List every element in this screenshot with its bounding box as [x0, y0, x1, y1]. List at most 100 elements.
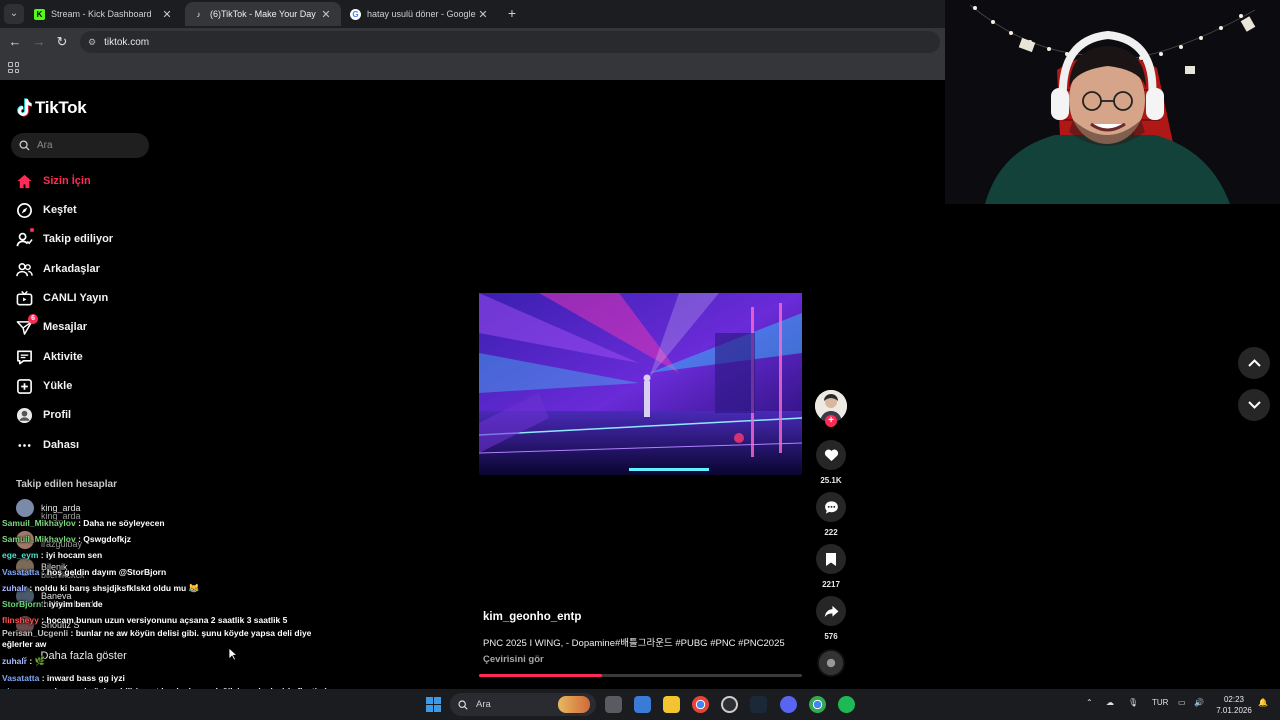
- share-button[interactable]: [816, 596, 846, 626]
- video-frame: [479, 293, 802, 475]
- show-hidden-icons[interactable]: ⌃: [1086, 698, 1093, 707]
- close-tab-icon[interactable]: ✕: [319, 8, 333, 21]
- video-player[interactable]: [479, 293, 802, 475]
- nav-label: Aktivite: [43, 351, 83, 363]
- see-translation-link[interactable]: Çevirisini gör: [483, 654, 544, 665]
- search-input[interactable]: Ara: [11, 133, 149, 158]
- tab-title: Stream - Kick Dashboard: [51, 9, 152, 19]
- bookmark-icon: [826, 552, 836, 566]
- tab-title: (6)TikTok - Make Your Day: [210, 9, 316, 19]
- reload-icon[interactable]: ↻: [53, 33, 71, 51]
- tab-tiktok[interactable]: ♪ (6)TikTok - Make Your Day ✕: [185, 2, 341, 26]
- nav-live[interactable]: CANLI Yayın: [16, 287, 108, 309]
- taskbar-search-input[interactable]: Ara: [450, 693, 596, 716]
- system-clock[interactable]: 02:23 7.01.2026: [1214, 694, 1254, 716]
- chat-message: Perisan_Ucgenli : bunlar ne aw köyün del…: [2, 628, 312, 650]
- chat-message: flinsheyy : hocam bunun uzun versiyonunu…: [2, 615, 288, 626]
- clock-time: 02:23: [1223, 695, 1245, 704]
- tab-google-search[interactable]: G hatay usulü döner - Google'da ✕: [342, 2, 498, 26]
- save-button[interactable]: [816, 544, 846, 574]
- nav-label: Sizin İçin: [43, 175, 91, 187]
- like-count: 25.1K: [820, 476, 842, 485]
- nav-label: Takip ediliyor: [43, 233, 114, 245]
- more-icon: [18, 443, 31, 447]
- chat-username: Samuil_Mikhaylov: [2, 518, 76, 528]
- nav-friends[interactable]: Arkadaşlar: [16, 258, 100, 280]
- chrome-profile-icon[interactable]: [809, 696, 826, 713]
- notification-bell-icon[interactable]: 🔔: [1258, 698, 1268, 707]
- chat-message: Samuil_Mikhaylov : Daha ne söyleyecen: [2, 518, 165, 528]
- close-tab-icon[interactable]: ✕: [476, 8, 490, 21]
- windows-taskbar: Ara ⌃ ☁ 🎙 TUR ▭ 🔊 02:23 7.01.2026 🔔: [0, 689, 1280, 720]
- webcam-frame: [945, 0, 1280, 204]
- like-button[interactable]: [816, 440, 846, 470]
- live-icon: [16, 290, 33, 305]
- new-tab-icon[interactable]: +: [504, 5, 520, 21]
- kick-favicon-icon: K: [34, 8, 45, 20]
- comment-icon: [824, 500, 838, 514]
- file-explorer-icon[interactable]: [663, 696, 680, 713]
- nav-profile[interactable]: Profil: [16, 404, 71, 426]
- back-arrow-icon[interactable]: ←: [6, 33, 24, 51]
- comment-button[interactable]: [816, 492, 846, 522]
- nav-following[interactable]: Takip ediliyor: [16, 228, 113, 250]
- nav-messages[interactable]: 6 Mesajlar: [16, 313, 87, 338]
- chat-username: ege_eym: [2, 550, 39, 561]
- chrome-icon[interactable]: [692, 696, 709, 713]
- network-icon[interactable]: ▭: [1178, 698, 1186, 707]
- apps-grid-icon[interactable]: [8, 62, 19, 73]
- save-count: 2217: [822, 580, 840, 589]
- stream-chat-overlay: Samuil_Mikhaylov : Daha ne söyleyecen Sa…: [2, 515, 342, 700]
- chat-message: ege_eym : iyi hocam sen: [2, 550, 103, 561]
- music-disc-icon[interactable]: [817, 649, 845, 677]
- follow-plus-icon[interactable]: +: [825, 415, 837, 427]
- profile-icon: [16, 407, 33, 423]
- chat-text: noldu ki barış shsjdjksfklskd oldu mu 😹: [34, 582, 200, 593]
- chat-text: inward bass gg iyzi: [46, 672, 125, 683]
- chat-text: iyiyim ben de: [48, 599, 103, 610]
- address-bar[interactable]: ⚙ tiktok.com: [80, 31, 940, 53]
- nav-upload[interactable]: Yükle: [16, 375, 72, 397]
- following-icon: [16, 232, 33, 246]
- nav-more[interactable]: Dahası: [16, 434, 79, 456]
- onedrive-icon[interactable]: ☁: [1106, 698, 1114, 707]
- github-icon[interactable]: [721, 696, 738, 713]
- video-creator-name[interactable]: kim_geonho_entp: [483, 611, 581, 623]
- tab-search-button[interactable]: ⌄: [4, 4, 24, 24]
- store-icon[interactable]: [634, 696, 651, 713]
- previous-video-button[interactable]: [1238, 347, 1270, 379]
- home-icon: [17, 174, 32, 188]
- next-video-button[interactable]: [1238, 389, 1270, 421]
- forward-arrow-icon[interactable]: →: [30, 33, 48, 51]
- video-progress-bar[interactable]: [479, 674, 802, 677]
- discord-icon[interactable]: [780, 696, 797, 713]
- nav-explore[interactable]: Keşfet: [16, 199, 77, 221]
- tab-kick-dashboard[interactable]: K Stream - Kick Dashboard ✕: [26, 2, 182, 26]
- nav-label: Dahası: [43, 439, 80, 451]
- language-indicator[interactable]: TUR: [1152, 698, 1168, 707]
- volume-icon[interactable]: 🔊: [1194, 698, 1204, 707]
- heart-icon: [824, 449, 838, 462]
- chat-message: Vasatatta : hoş geldin dayım @StorBjorn: [2, 566, 167, 577]
- nav-label: CANLI Yayın: [43, 292, 109, 304]
- nav-label: Arkadaşlar: [43, 263, 100, 275]
- task-view-icon[interactable]: [605, 696, 622, 713]
- chat-text: Daha ne söyleyecen: [83, 518, 165, 528]
- tiktok-logo[interactable]: TikTok: [16, 98, 87, 118]
- nav-activity[interactable]: Aktivite: [16, 346, 83, 368]
- nav-for-you[interactable]: Sizin İçin: [16, 170, 91, 192]
- chat-text: Qswgdofkjz: [83, 534, 131, 545]
- windows-start-icon[interactable]: [426, 697, 441, 712]
- chat-username: Vasatatta: [2, 566, 40, 577]
- search-highlight-image: [558, 696, 590, 713]
- steam-icon[interactable]: [750, 696, 767, 713]
- chat-text: hocam bunun uzun versiyonunu açsana 2 sa…: [46, 615, 288, 626]
- microphone-icon[interactable]: 🎙: [1128, 698, 1138, 707]
- spotify-icon[interactable]: [838, 696, 855, 713]
- close-tab-icon[interactable]: ✕: [160, 8, 174, 21]
- chat-text: iyi hocam sen: [45, 550, 103, 561]
- friends-icon: [16, 262, 33, 276]
- notification-dot: [30, 228, 34, 232]
- site-info-icon[interactable]: ⚙: [88, 37, 96, 48]
- chat-message: Samuil_Mikhaylov : Qswgdofkjz: [2, 534, 131, 545]
